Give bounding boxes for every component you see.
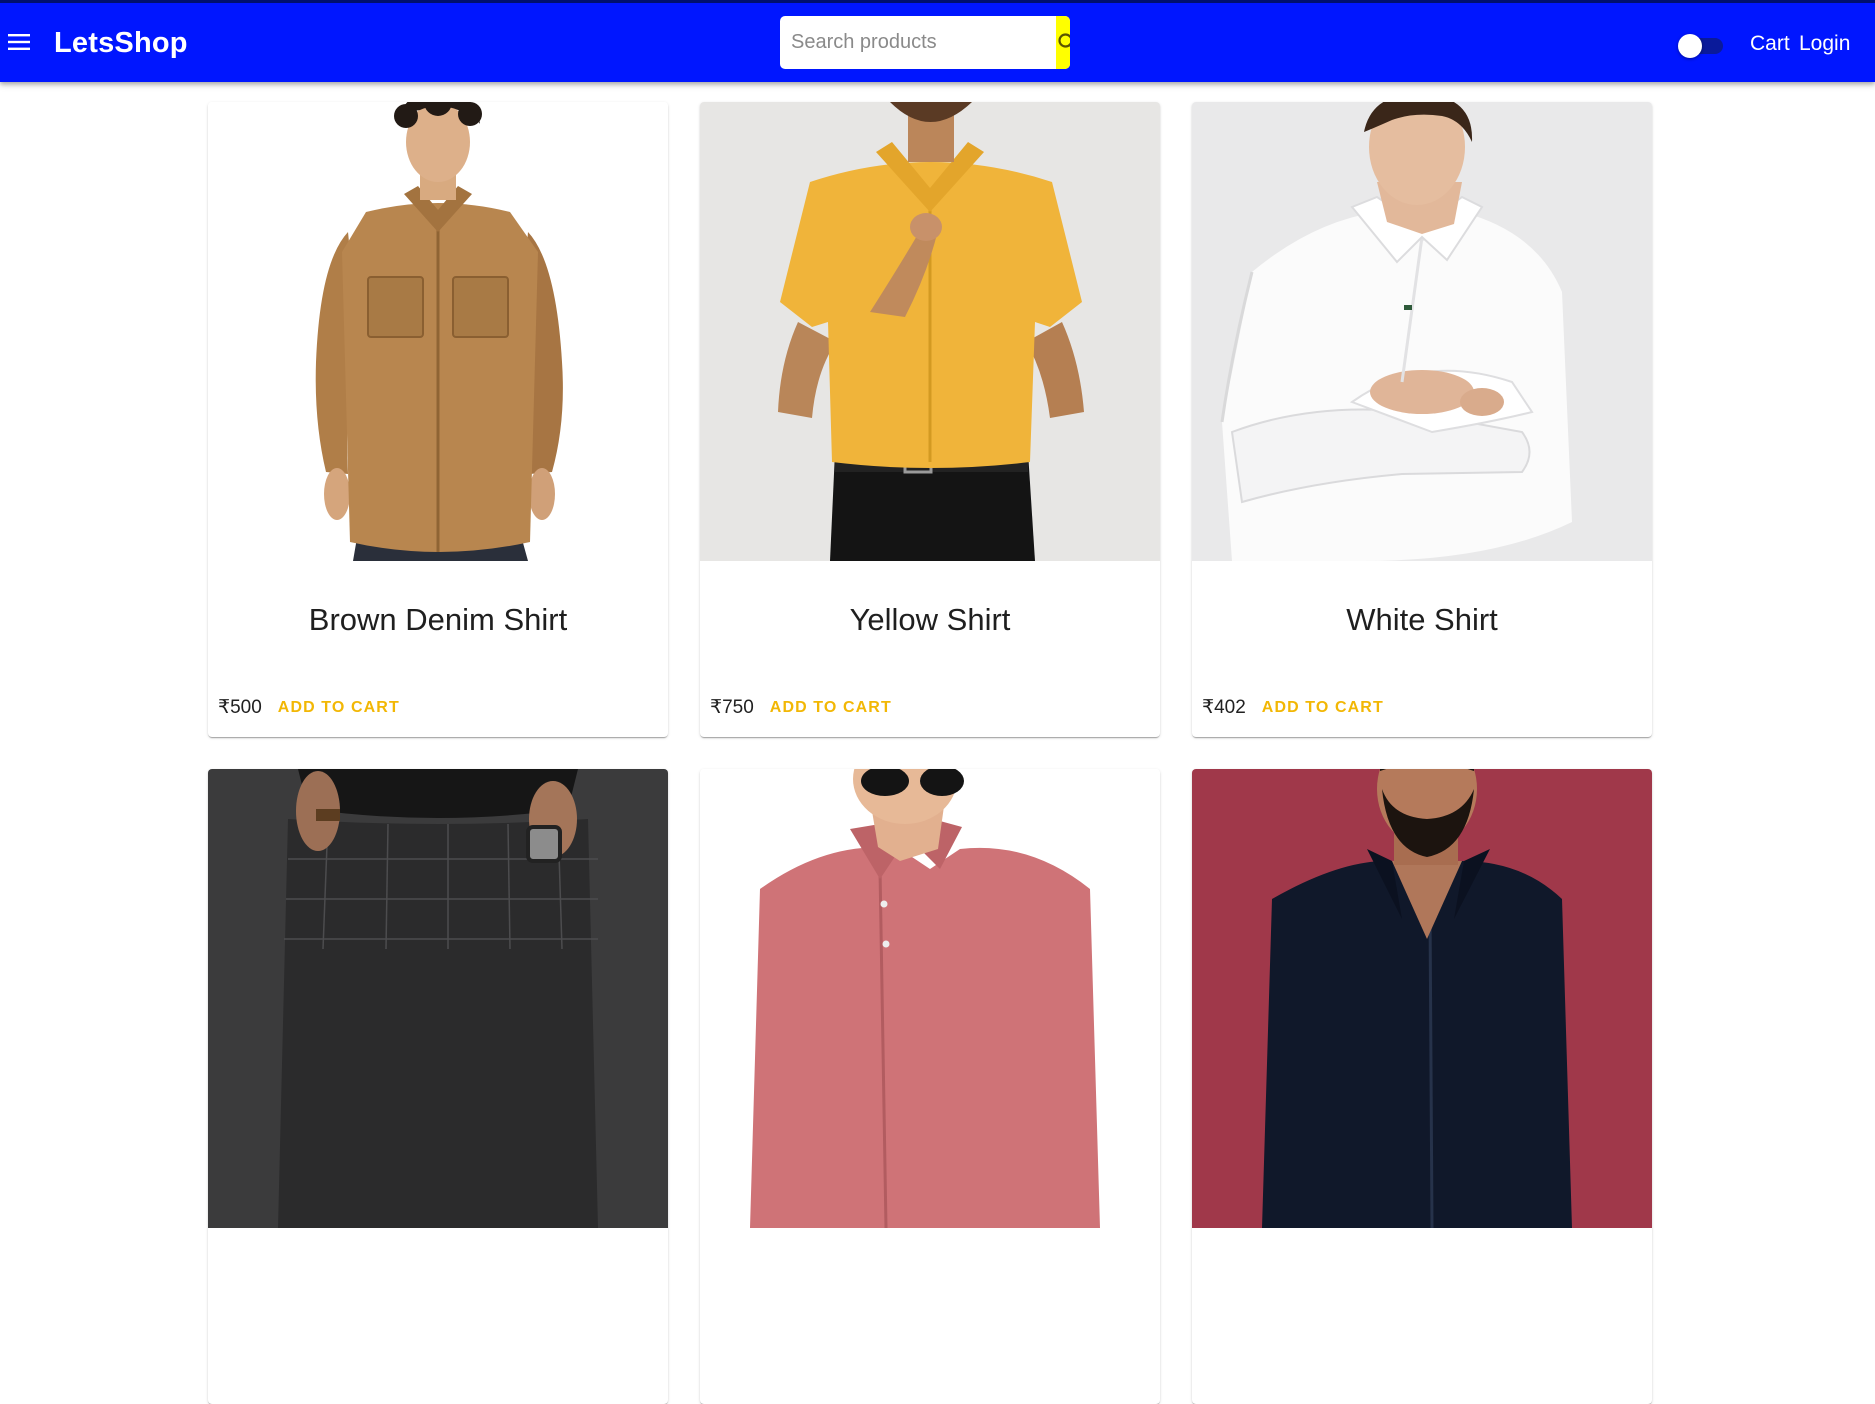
product-card [1192,769,1652,1404]
product-card: Brown Denim Shirt ₹500 ADD TO CART [208,102,668,737]
add-to-cart-button[interactable]: ADD TO CART [1262,697,1384,719]
card-actions: ₹500 ADD TO CART [218,696,400,720]
theme-toggle-switch[interactable] [1675,32,1727,58]
product-image[interactable] [208,769,668,1228]
product-price: ₹500 [218,697,262,718]
search-bar [780,16,1070,69]
add-to-cart-button[interactable]: ADD TO CART [770,697,892,719]
toggle-thumb [1678,34,1702,58]
nav-login-link[interactable]: Login [1799,31,1850,57]
product-card: Yellow Shirt ₹750 ADD TO CART [700,102,1160,737]
product-card [208,769,668,1404]
app-bar: LetsShop Cart Login [0,0,1875,82]
hamburger-menu-icon[interactable] [4,23,34,61]
product-title: Yellow Shirt [849,602,1011,637]
brand-logo[interactable]: LetsShop [54,26,188,60]
product-price: ₹402 [1202,697,1246,718]
product-card [700,769,1160,1404]
product-image[interactable] [1192,769,1652,1228]
add-to-cart-button[interactable]: ADD TO CART [278,697,400,719]
nav-cart-link[interactable]: Cart [1750,31,1790,57]
product-image[interactable] [208,102,668,561]
product-title: White Shirt [1346,602,1498,637]
search-button[interactable] [1056,16,1070,69]
search-icon [1058,32,1070,48]
product-image[interactable] [700,769,1160,1228]
product-title: Brown Denim Shirt [308,602,568,637]
product-card: White Shirt ₹402 ADD TO CART [1192,102,1652,737]
product-price: ₹750 [710,697,754,718]
card-actions: ₹402 ADD TO CART [1202,696,1384,720]
product-image[interactable] [1192,102,1652,561]
search-input[interactable] [780,16,1056,69]
card-actions: ₹750 ADD TO CART [710,696,892,720]
product-image[interactable] [700,102,1160,561]
